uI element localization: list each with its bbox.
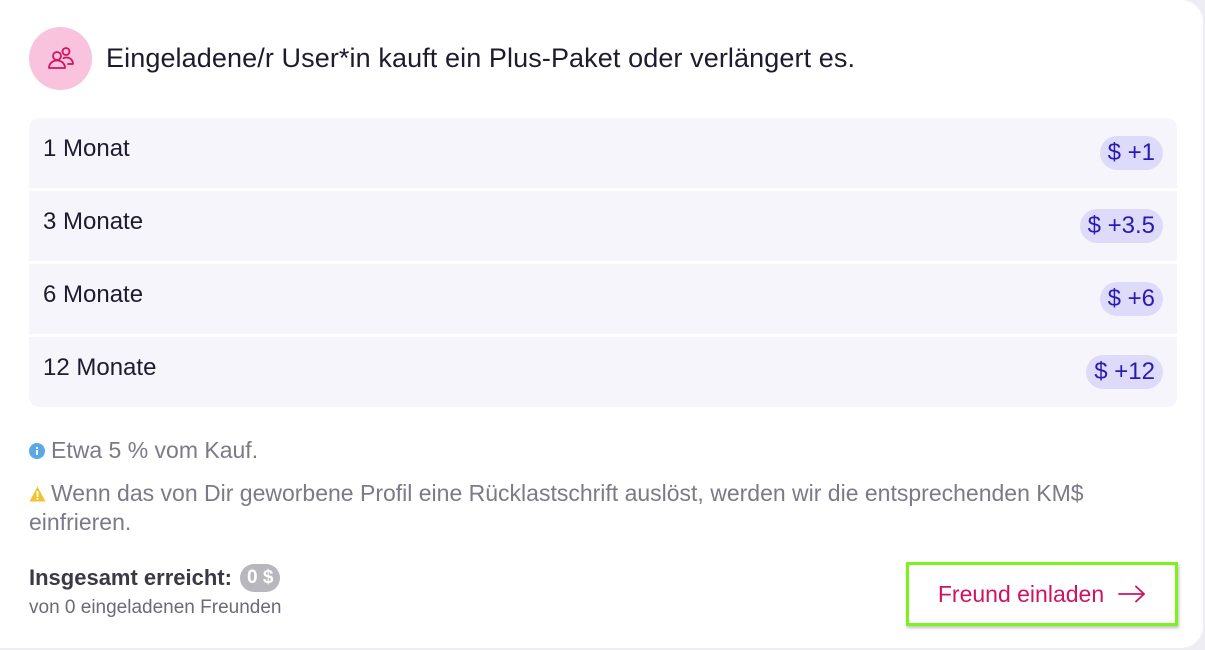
referral-card: Eingeladene/r User*in kauft ein Plus-Pak… <box>0 0 1203 648</box>
tier-reward-badge: $ +1 <box>1099 136 1163 170</box>
tier-row-6-months: 6 Monate $ +6 <box>29 264 1177 334</box>
tier-reward-badge: $ +12 <box>1086 355 1163 389</box>
tier-label: 3 Monate <box>43 208 144 235</box>
total-value-badge: 0 $ <box>239 564 281 592</box>
info-note-text: Etwa 5 % vom Kauf. <box>51 437 259 463</box>
tier-reward-badge: $ +6 <box>1099 282 1163 316</box>
total-label: Insgesamt erreicht: <box>29 565 232 590</box>
info-note: Etwa 5 % vom Kauf. <box>29 436 258 465</box>
total-subtitle: von 0 eingeladenen Freunden <box>29 597 282 618</box>
tier-label: 1 Monat <box>43 135 130 162</box>
tier-row-12-months: 12 Monate $ +12 <box>29 337 1177 407</box>
total-earned: Insgesamt erreicht: 0 $ <box>29 564 281 592</box>
card-header: Eingeladene/r User*in kauft ein Plus-Pak… <box>29 27 855 90</box>
warning-note: Wenn das von Dir geworbene Profil eine R… <box>29 479 1179 537</box>
users-icon <box>29 27 92 90</box>
card-title: Eingeladene/r User*in kauft ein Plus-Pak… <box>106 43 856 73</box>
invite-friend-button[interactable]: Freund einladen <box>906 562 1178 626</box>
tier-label: 12 Monate <box>43 354 157 381</box>
tier-row-3-months: 3 Monate $ +3.5 <box>29 191 1177 261</box>
tier-reward-badge: $ +3.5 <box>1079 209 1163 243</box>
invite-button-label: Freund einladen <box>937 580 1105 607</box>
tier-row-1-month: 1 Monat $ +1 <box>29 118 1177 188</box>
arrow-right-icon <box>1118 585 1146 603</box>
info-icon <box>29 437 45 459</box>
warning-icon <box>29 480 46 502</box>
warning-note-text: Wenn das von Dir geworbene Profil eine R… <box>29 480 1084 535</box>
reward-tier-list: 1 Monat $ +1 3 Monate $ +3.5 6 Monate $ … <box>29 118 1177 407</box>
tier-label: 6 Monate <box>43 281 144 308</box>
